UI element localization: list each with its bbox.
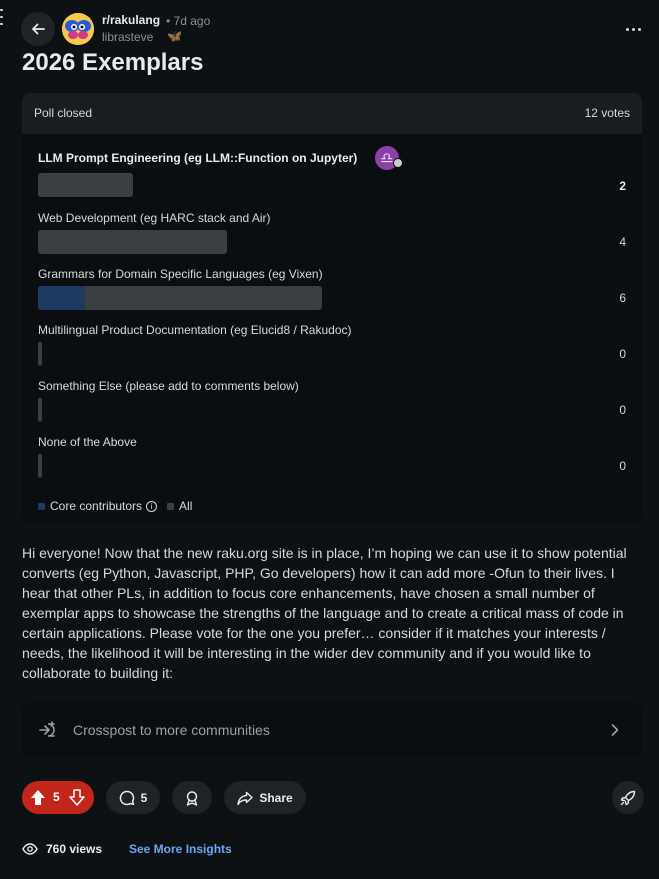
poll-status: Poll closed: [34, 106, 93, 120]
views-count: 760 views: [46, 842, 103, 856]
core-swatch: [38, 502, 45, 510]
share-button[interactable]: Share: [224, 781, 306, 814]
post-time: • 7d ago: [166, 14, 211, 28]
comment-icon: [119, 790, 134, 805]
poll-option-bar: [38, 173, 133, 197]
poll-total-votes: 12 votes: [584, 106, 630, 120]
back-button[interactable]: [21, 12, 55, 46]
poll-option-count: 0: [619, 347, 626, 361]
vote-control: 5: [22, 781, 94, 814]
author-name[interactable]: librasteve: [102, 30, 153, 44]
crosspost-label: Crosspost to more communities: [73, 722, 270, 738]
poll-option-label: None of the Above: [38, 435, 137, 449]
eye-icon: [22, 843, 38, 855]
award-button[interactable]: [172, 781, 212, 814]
poll-option-label: Web Development (eg HARC stack and Air): [38, 211, 271, 225]
poll-option-label: Grammars for Domain Specific Languages (…: [38, 267, 323, 281]
check-badge-icon: [393, 158, 403, 168]
poll-option-bar: [38, 342, 42, 366]
info-icon[interactable]: i: [146, 500, 158, 512]
left-menu-icon[interactable]: [0, 9, 4, 25]
butterfly-logo-icon: [62, 13, 94, 45]
poll-option-bar: [38, 230, 227, 254]
poll-card: Poll closed 12 votes LLM Prompt Engineer…: [22, 93, 642, 523]
rocket-icon: [620, 790, 636, 805]
legend-all-label: All: [179, 499, 193, 513]
promote-button[interactable]: [612, 781, 644, 814]
poll-option-label: Something Else (please add to comments b…: [38, 379, 299, 393]
share-label: Share: [259, 790, 293, 805]
poll-legend: Core contributors i All: [38, 499, 192, 513]
poll-option-label: Multilingual Product Documentation (eg E…: [38, 323, 352, 337]
poll-option-count: 0: [619, 459, 626, 473]
downvote-icon[interactable]: [69, 789, 85, 806]
all-swatch: [167, 502, 175, 510]
comments-count: 5: [140, 790, 148, 805]
comments-button[interactable]: 5: [106, 781, 160, 814]
subreddit-avatar[interactable]: [62, 13, 94, 45]
arrow-left-icon: [32, 23, 45, 35]
poll-option-bar: [38, 398, 42, 422]
see-more-insights-link[interactable]: See More Insights: [129, 842, 232, 856]
poll-option-count: 2: [619, 179, 626, 193]
more-options-button[interactable]: [622, 20, 644, 38]
poll-option-bar-core: [38, 286, 85, 310]
post-title: 2026 Exemplars: [22, 49, 204, 76]
poll-option-bar: [38, 286, 322, 310]
award-icon: [186, 790, 198, 806]
author-flair: 🦋: [167, 29, 182, 43]
poll-option-count: 6: [619, 291, 626, 305]
crosspost-icon: [39, 721, 55, 737]
views-stat: 760 views: [22, 841, 102, 857]
crosspost-row[interactable]: Crosspost to more communities: [22, 702, 642, 758]
share-icon: [237, 791, 254, 805]
vote-score: 5: [53, 790, 60, 804]
chevron-right-icon: [611, 724, 619, 736]
poll-option-label: LLM Prompt Engineering (eg LLM::Function…: [38, 151, 358, 165]
poll-option-count: 4: [619, 235, 626, 249]
poll-option-bar: [38, 454, 42, 478]
poll-header: Poll closed 12 votes: [22, 93, 642, 134]
poll-option-count: 0: [619, 403, 626, 417]
legend-core-label: Core contributors: [50, 499, 143, 513]
subreddit-name[interactable]: r/rakulang: [102, 13, 160, 27]
upvote-icon[interactable]: [30, 789, 46, 806]
post-body: Hi everyone! Now that the new raku.org s…: [22, 545, 627, 681]
